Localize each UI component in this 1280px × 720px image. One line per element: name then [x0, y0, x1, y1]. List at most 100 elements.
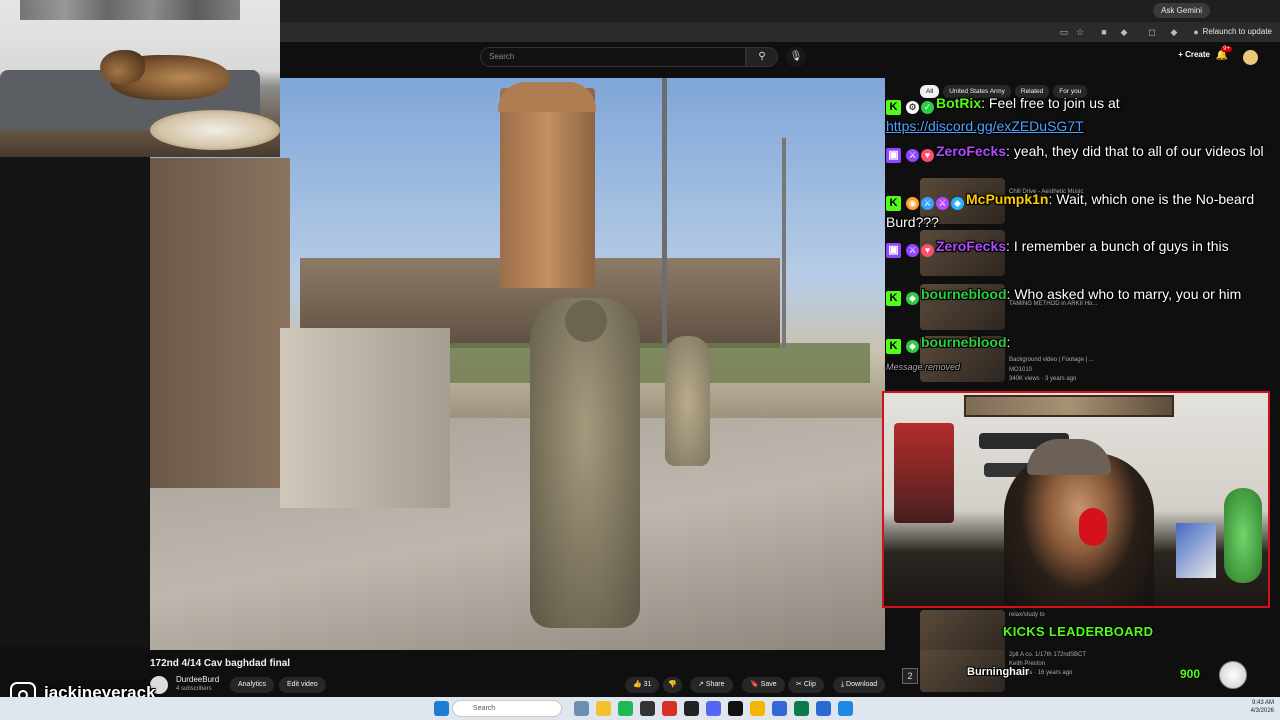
leaderboard-amount: 900 [1180, 667, 1201, 681]
chat-username[interactable]: bourneblood [921, 286, 1007, 302]
suggestion-title[interactable]: relax/study to [1009, 611, 1119, 620]
ask-gemini-button[interactable]: Ask Gemini [1153, 3, 1210, 18]
share-label: Share [705, 681, 725, 688]
kick-badge-icon: K [886, 196, 901, 211]
notification-badge: 9+ [1221, 46, 1232, 52]
chat-message: K ◆ bourneblood: Who asked who to marry, y… [886, 283, 1271, 306]
search-icon[interactable]: ⚲ [746, 47, 778, 67]
bot-badge-icon: ⚙ [906, 101, 919, 114]
video-scene-soldier [665, 336, 710, 466]
save-label: Save [760, 681, 777, 688]
heart-badge-icon: ♥ [921, 244, 934, 257]
taskbar: Search 9:43 AM 4/3/2026 [0, 697, 1280, 720]
taskbar-clock[interactable]: 9:43 AM 4/3/2026 [1251, 699, 1274, 715]
download-label: Download [846, 681, 878, 688]
search-input[interactable]: Search [480, 47, 746, 67]
download-button[interactable]: ⤓ Download [833, 677, 886, 693]
clock-time: 9:43 AM [1251, 700, 1274, 706]
taskbar-search-input[interactable]: Search [452, 700, 562, 717]
discord-icon[interactable] [706, 701, 721, 716]
left-sidebar-area [0, 157, 150, 647]
chat-text: Who asked who to marry, you or him [1014, 286, 1242, 302]
chat-username[interactable]: McPumpk1n [966, 191, 1048, 207]
sub-badge-icon: ⚔ [906, 149, 919, 162]
spotify-icon[interactable] [618, 701, 633, 716]
chat-message: K ◉ ⚔ ⚔ ◆ McPumpk1n: Wait, which one is the N… [886, 191, 1255, 230]
windows-start-icon[interactable] [434, 701, 449, 716]
video-scene-pole [662, 78, 667, 348]
app-icon[interactable] [794, 701, 809, 716]
extension-icon[interactable]: ■ [1098, 26, 1110, 38]
webcam-dogs [0, 0, 280, 157]
extension-icon[interactable]: ◻ [1146, 26, 1158, 38]
verified-badge-icon: ✓ [921, 101, 934, 114]
app-icon[interactable] [640, 701, 655, 716]
create-label: Create [1185, 50, 1210, 59]
video-title: 172nd 4/14 Cav baghdad final [150, 658, 291, 669]
chrome-icon[interactable] [750, 701, 765, 716]
wall-decor [894, 423, 954, 523]
message-removed: Message removed [886, 362, 961, 372]
wall-picture-frame [964, 395, 1174, 417]
app-icon[interactable] [838, 701, 853, 716]
obs-icon[interactable] [684, 701, 699, 716]
sword-badge-icon: ⚔ [936, 197, 949, 210]
video-scene-water-tower-top [498, 82, 596, 112]
video-player[interactable] [150, 78, 885, 650]
app-icon[interactable] [772, 701, 787, 716]
chat-text: Feel free to join us at [988, 95, 1120, 111]
suggestion-title[interactable]: 2plt A co. 1/17th 172ndSBCT [1009, 651, 1119, 660]
file-explorer-icon[interactable] [596, 701, 611, 716]
youtube-header: Search ⚲ 🎙 + Create 🔔 9+ [280, 42, 1280, 78]
streamer-hat [1027, 439, 1111, 475]
like-count: 31 [643, 681, 652, 688]
collectible-box [1176, 523, 1216, 578]
relaunch-button[interactable]: Relaunch to update [1203, 25, 1272, 39]
kick-badge-icon: K [886, 100, 901, 115]
analytics-button[interactable]: Analytics [230, 677, 275, 693]
subscriber-count: 4 subscribers [176, 686, 212, 692]
gem-badge-icon: ◆ [951, 197, 964, 210]
gem-badge-icon: ◆ [906, 292, 919, 305]
video-scene-grass [450, 343, 870, 383]
taskview-icon[interactable] [574, 701, 589, 716]
bookmark-star-icon[interactable]: ☆ [1074, 26, 1086, 38]
chat-link[interactable]: https://discord.gg/exZEDuSG7T [886, 118, 1084, 134]
kick-badge-icon: K [886, 291, 901, 306]
chat-username[interactable]: bourneblood [921, 334, 1007, 350]
dislike-button[interactable]: 👎 [663, 677, 682, 693]
chat-username[interactable]: BotRix [936, 95, 981, 111]
chat-text: yeah, they did that to all of our videos… [1013, 143, 1264, 159]
chat-message: K ◆ bourneblood: Message removed [886, 334, 1011, 372]
pumpkin-badge-icon: ◉ [906, 197, 919, 210]
app-icon[interactable] [728, 701, 743, 716]
chat-username[interactable]: ZeroFecks [936, 143, 1006, 159]
extension-icon[interactable]: ◆ [1168, 26, 1180, 38]
chat-message: ▣ ⚔ ♥ ZeroFecks: I remember a bunch of guys… [886, 235, 1271, 258]
leaderboard-rank: 2 [902, 668, 918, 684]
sword-badge-icon: ⚔ [921, 197, 934, 210]
microphone-icon[interactable]: 🎙 [786, 47, 806, 67]
channel-name[interactable]: DurdeeBurd [176, 675, 219, 684]
app-icon[interactable] [662, 701, 677, 716]
microphone [1079, 508, 1107, 546]
video-scene-wall [280, 328, 450, 508]
profile-icon[interactable]: ● [1190, 26, 1202, 38]
browser-toolbar: ▭ ☆ ■ ◆ ◻ ◆ ● Relaunch to update [280, 22, 1280, 42]
kicks-leaderboard-title: KICKS LEADERBOARD [1003, 624, 1154, 639]
extension-icon[interactable]: ◆ [1118, 26, 1130, 38]
share-button[interactable]: ↗ Share [690, 677, 733, 693]
clip-button[interactable]: ✂ Clip [788, 677, 824, 693]
twitch-badge-icon: ▣ [886, 148, 901, 163]
create-button[interactable]: + Create [1178, 50, 1210, 59]
save-button[interactable]: 🔖 Save [742, 677, 785, 693]
sub-badge-icon: ⚔ [906, 244, 919, 257]
app-icon[interactable] [816, 701, 831, 716]
clip-label: Clip [803, 681, 816, 688]
like-button[interactable]: 👍 31 [625, 677, 660, 693]
chat-username[interactable]: ZeroFecks [936, 238, 1006, 254]
video-info: 172nd 4/14 Cav baghdad final DurdeeBurd … [150, 650, 920, 696]
install-icon[interactable]: ▭ [1058, 26, 1070, 38]
edit-video-button[interactable]: Edit video [279, 677, 326, 693]
avatar[interactable] [1243, 50, 1258, 65]
